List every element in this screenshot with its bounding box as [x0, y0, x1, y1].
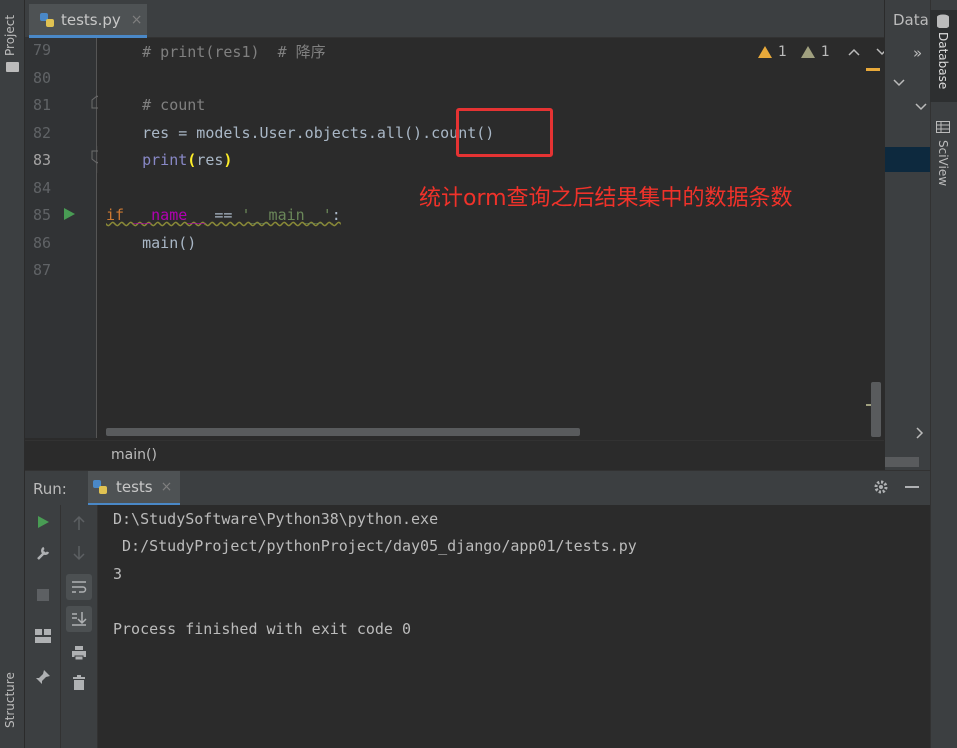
python-file-icon: [40, 12, 54, 27]
project-tool-button[interactable]: Project: [3, 15, 17, 56]
code-text: :: [331, 206, 341, 224]
keyword-if: if: [106, 206, 125, 224]
folder-icon: [6, 62, 19, 72]
line-number: 80: [33, 69, 52, 87]
run-tab-tests[interactable]: tests ×: [88, 471, 180, 506]
code-line: print(res): [142, 151, 233, 169]
selected-row[interactable]: [885, 147, 931, 172]
line-number: 85: [33, 206, 52, 224]
console-line: D:/StudyProject/pythonProject/day05_djan…: [113, 537, 637, 555]
chevron-right-icon[interactable]: [916, 427, 924, 439]
arrow-up-icon[interactable]: [72, 515, 86, 531]
line-number: 87: [33, 261, 52, 279]
horizontal-scrollbar[interactable]: [106, 428, 580, 436]
builtin-print: print: [142, 151, 188, 169]
run-label: Run:: [33, 480, 67, 498]
breadcrumb: main(): [25, 440, 884, 469]
code-text: ==: [205, 206, 242, 224]
right-tool-strip: [930, 0, 957, 748]
code-editor[interactable]: # print(res1) # 降序 # count res = models.…: [98, 38, 884, 438]
run-console-output[interactable]: D:\StudySoftware\Python38\python.exe D:/…: [98, 505, 930, 748]
line-number: 83: [33, 151, 52, 169]
code-text: res: [196, 151, 224, 169]
dunder-name: __name__: [133, 206, 206, 224]
run-icon[interactable]: [37, 515, 49, 529]
sciview-tool-button[interactable]: SciView: [936, 140, 950, 186]
weak-warning-icon: [800, 46, 815, 58]
code-line: # print(res1) # 降序: [106, 43, 326, 61]
chevron-up-icon[interactable]: [848, 44, 860, 60]
soft-wrap-icon[interactable]: [66, 574, 92, 600]
database-icon: [937, 14, 949, 28]
weak-warning-count: 1: [820, 44, 830, 60]
left-tool-strip: Project Structure: [0, 0, 25, 748]
line-number: 82: [33, 124, 52, 142]
warning-icon: [758, 46, 772, 58]
console-toolbar: [61, 505, 98, 748]
run-toolbar: [25, 505, 61, 748]
line-number: 84: [33, 179, 52, 197]
breadcrumb-item[interactable]: main(): [111, 447, 157, 463]
wrench-icon[interactable]: [35, 545, 51, 561]
code-line: if __name__ == '__main__':: [106, 206, 341, 224]
editor-tab-bar: tests.py ×: [25, 0, 884, 38]
python-file-icon: [93, 480, 107, 494]
more-icon[interactable]: »: [913, 44, 922, 62]
line-number: 79: [33, 41, 52, 59]
stop-icon[interactable]: [37, 589, 49, 601]
close-icon[interactable]: ×: [131, 12, 143, 28]
layout-icon[interactable]: [35, 629, 51, 643]
code-text: res = models.User.objects.all(): [106, 124, 423, 142]
expand-icon[interactable]: [893, 78, 905, 88]
structure-tool-button[interactable]: Structure: [3, 672, 17, 728]
vertical-scrollbar[interactable]: [871, 382, 881, 437]
expand-icon[interactable]: [915, 102, 927, 112]
database-tool-button[interactable]: Database: [930, 10, 957, 102]
pin-icon[interactable]: [35, 669, 51, 685]
line-number: 81: [33, 96, 52, 114]
file-tab-label: tests.py: [61, 10, 121, 29]
close-icon[interactable]: ×: [161, 479, 173, 495]
code-line: main(): [106, 234, 197, 252]
gear-icon[interactable]: [873, 479, 889, 495]
database-tool-label: Database: [936, 32, 950, 90]
warning-count: 1: [778, 44, 787, 60]
inspection-widget[interactable]: 1 1: [758, 44, 888, 60]
string-literal: '__main__': [241, 206, 332, 224]
file-tab-tests[interactable]: tests.py ×: [29, 4, 147, 38]
panel-scrollbar[interactable]: [885, 457, 919, 467]
console-line: 3: [113, 565, 123, 583]
run-tab-label: tests: [116, 478, 153, 496]
code-line: # count: [106, 96, 206, 114]
code-line: res = models.User.objects.all().count(): [106, 124, 494, 142]
run-gutter-icon[interactable]: [62, 207, 76, 221]
table-icon: [936, 121, 950, 133]
line-number: 86: [33, 234, 52, 252]
print-icon[interactable]: [71, 645, 87, 661]
scroll-to-end-icon[interactable]: [66, 606, 92, 632]
run-panel-header: Run: tests ×: [25, 470, 930, 506]
arrow-down-icon[interactable]: [72, 545, 86, 561]
warning-stripe: [866, 68, 880, 71]
console-line: Process finished with exit code 0: [113, 620, 412, 638]
console-line: D:\StudySoftware\Python38\python.exe: [113, 510, 439, 528]
highlight-box: [456, 108, 553, 157]
minimize-icon[interactable]: [905, 486, 919, 488]
annotation-text: 统计orm查询之后结果集中的数据条数: [419, 186, 793, 211]
line-number-gutter: 79 80 81 82 83 84 85 86 87: [25, 38, 103, 438]
trash-icon[interactable]: [72, 675, 86, 691]
